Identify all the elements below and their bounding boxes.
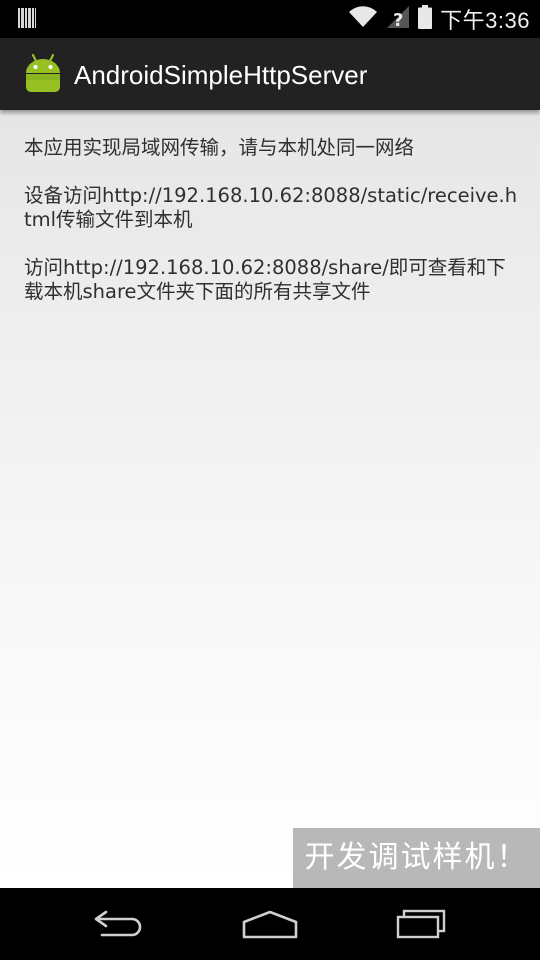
status-bar: ? 下午3:36 (0, 0, 540, 38)
signal-no-sim-icon: ? (386, 5, 410, 33)
recents-icon[interactable] (387, 904, 457, 944)
share-url-paragraph: 访问http://192.168.10.62:8088/share/即可查看和下… (24, 256, 506, 303)
intro-paragraph: 本应用实现局域网传输，请与本机处同一网络 (24, 136, 415, 159)
upload-url-paragraph: 设备访问http://192.168.10.62:8088/static/rec… (24, 184, 518, 231)
back-icon[interactable] (85, 904, 155, 944)
action-bar: AndroidSimpleHttpServer (0, 38, 540, 110)
navigation-bar (0, 888, 540, 960)
home-icon[interactable] (235, 904, 305, 944)
debug-watermark: 开发调试样机！ (293, 828, 540, 888)
main-content: 本应用实现局域网传输，请与本机处同一网络 设备访问http://192.168.… (0, 110, 540, 888)
clock-text: 下午3:36 (440, 8, 530, 33)
info-text-block: 本应用实现局域网传输，请与本机处同一网络 设备访问http://192.168.… (24, 136, 524, 328)
battery-icon (418, 5, 433, 33)
phone-screen: ? 下午3:36 AndroidSimpleHttpServer 本应用实现局域… (0, 0, 540, 960)
barcode-icon (18, 8, 36, 28)
svg-text:?: ? (393, 10, 403, 29)
status-icons: ? 下午3:36 (348, 0, 530, 38)
wifi-icon (348, 6, 378, 32)
app-title: AndroidSimpleHttpServer (74, 60, 368, 90)
android-robot-icon[interactable] (22, 52, 64, 94)
